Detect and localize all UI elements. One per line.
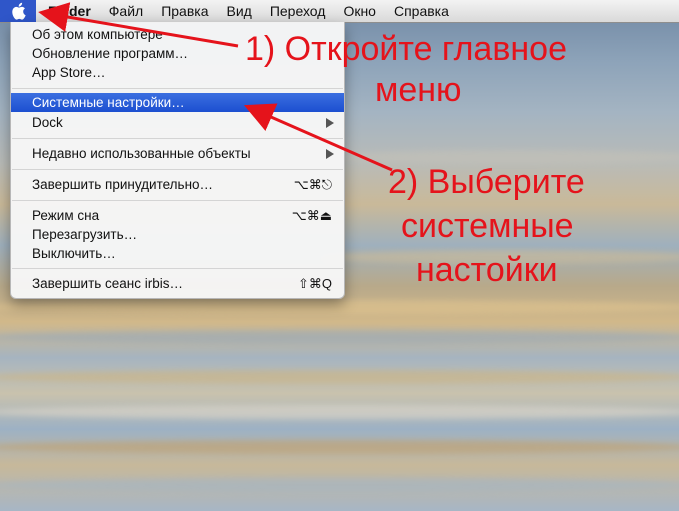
arrow-to-apple-menu: [38, 2, 239, 48]
arrow-to-system-preferences: [244, 103, 393, 172]
annotation-step1-line2: меню: [375, 71, 462, 109]
annotation-step2-line1: 2) Выберите: [388, 163, 585, 201]
annotation-step2-line3: настойки: [416, 251, 558, 289]
annotation-step2-line2: системные: [401, 207, 574, 245]
annotation-arrows: [38, 2, 393, 172]
annotation-step1-line1: 1) Откройте главное: [245, 30, 567, 68]
